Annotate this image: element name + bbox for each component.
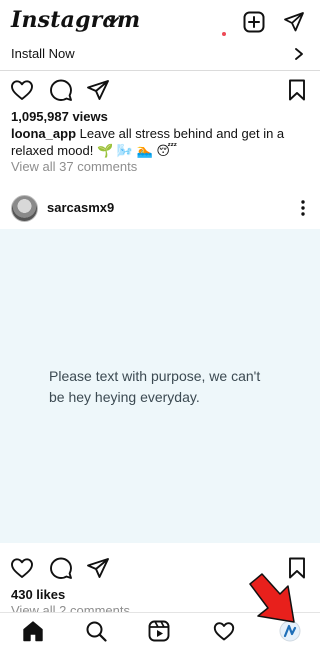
comment-icon[interactable] — [49, 556, 73, 580]
post1-view-comments-link[interactable]: View all 37 comments — [11, 159, 137, 174]
post1-caption-username[interactable]: loona_app — [11, 126, 76, 141]
instagram-logo[interactable]: Instagram — [11, 7, 140, 33]
more-options-icon[interactable] — [300, 199, 306, 217]
activity-heart-icon[interactable] — [213, 620, 235, 642]
instagram-feed: Instagram Install Now 1,095,987 views lo… — [0, 0, 320, 650]
post1-view-count[interactable]: 1,095,987 views — [11, 109, 108, 124]
like-heart-icon[interactable] — [10, 556, 34, 580]
install-now-banner[interactable]: Install Now — [0, 44, 320, 70]
post2-username[interactable]: sarcasmx9 — [47, 200, 114, 215]
search-icon[interactable] — [85, 620, 107, 642]
top-bar: Instagram — [0, 0, 320, 44]
post2-image[interactable]: Please text with purpose, we can't be he… — [0, 229, 320, 543]
home-icon[interactable] — [22, 620, 44, 642]
post2-header: sarcasmx9 — [0, 190, 320, 228]
avatar[interactable] — [11, 195, 38, 222]
new-post-icon[interactable] — [243, 11, 265, 33]
post1-action-bar — [0, 78, 320, 106]
post1-caption: loona_app Leave all stress behind and ge… — [11, 125, 311, 159]
install-now-label: Install Now — [11, 46, 75, 61]
like-heart-icon[interactable] — [10, 78, 34, 102]
divider — [0, 70, 320, 71]
direct-message-icon[interactable] — [283, 11, 305, 33]
chevron-right-icon — [295, 48, 303, 60]
chevron-down-icon[interactable] — [107, 16, 119, 26]
bookmark-icon[interactable] — [285, 78, 309, 102]
share-icon[interactable] — [86, 78, 110, 102]
share-icon[interactable] — [86, 556, 110, 580]
annotation-arrow-icon — [249, 573, 295, 623]
comment-icon[interactable] — [49, 78, 73, 102]
notification-dot — [222, 32, 226, 36]
post2-like-count[interactable]: 430 likes — [11, 587, 65, 602]
post2-image-text: Please text with purpose, we can't be he… — [49, 368, 261, 405]
reels-icon[interactable] — [148, 620, 170, 642]
